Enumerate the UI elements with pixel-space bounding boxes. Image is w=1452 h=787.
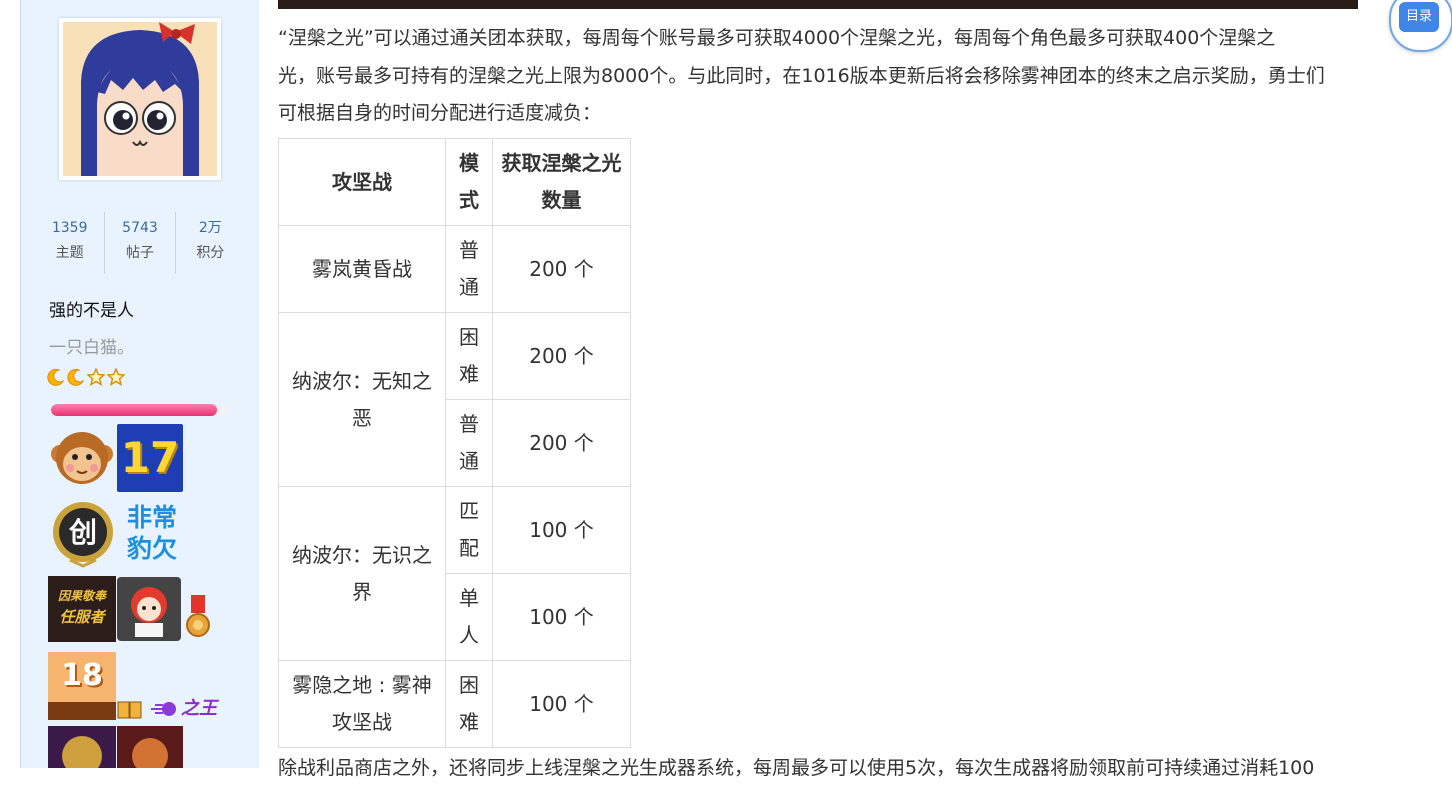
avatar-image xyxy=(63,22,217,176)
cake-18-text: 18 xyxy=(61,658,103,693)
paragraph-line-3: 可根据自身的时间分配进行适度减负： xyxy=(278,102,602,124)
cell-mode: 单人 xyxy=(445,573,493,661)
paragraph-line-2: 光，账号最多可持有的涅槃之光上限为8000个。与此同时，在1016版本更新后将会… xyxy=(278,64,1325,87)
cake-18-medal[interactable]: 18 xyxy=(48,652,116,720)
article-image-bottom-edge xyxy=(278,0,1358,9)
naixin-medal[interactable]: 因果敬奉 任服者 xyxy=(48,576,116,642)
feichang-medal[interactable]: 非常 豹欠 xyxy=(121,502,183,568)
monkey-medal-icon[interactable] xyxy=(48,424,116,492)
user-sidebar: 1359 主题 5743 帖子 2万 积分 强的不是人 一只白猫。 17 创 非… xyxy=(20,0,259,768)
glow-medal-icon-1[interactable] xyxy=(48,726,116,768)
stat-topics-label: 主题 xyxy=(55,245,84,261)
header-mode: 模式 xyxy=(445,138,493,226)
cell-mode: 困难 xyxy=(445,312,493,400)
cell-count: 100 个 xyxy=(492,486,631,574)
article-paragraph: “涅槃之光”可以通过通关团本获取，每周每个账号最多可获取4000个涅槃之光，每周… xyxy=(278,20,1452,133)
cell-raid: 纳波尔：无识之界 xyxy=(278,486,446,661)
rank-level-icons xyxy=(47,368,125,386)
cell-count: 100 个 xyxy=(492,660,631,748)
book-medal-icon[interactable] xyxy=(117,700,143,720)
custom-title: 一只白猫。 xyxy=(49,338,134,358)
zhiwang-text: 之王 xyxy=(181,698,217,719)
zhiwang-medal[interactable]: 之王 xyxy=(149,698,225,720)
stat-points[interactable]: 2万 积分 xyxy=(174,212,245,274)
header-raid: 攻坚战 xyxy=(278,138,446,226)
paragraph-line-1: “涅槃之光”可以通过通关团本获取，每周每个账号最多可获取4000个涅槃之光，每周… xyxy=(278,27,1276,49)
cell-count: 200 个 xyxy=(492,312,631,400)
table-row: 雾岚黄昏战 普通 200 个 xyxy=(278,225,631,313)
table-header-row: 攻坚战 模式 获取涅槃之光数量 xyxy=(278,138,631,226)
stat-posts-value: 5743 xyxy=(122,220,158,236)
stat-posts[interactable]: 5743 帖子 xyxy=(104,212,174,274)
cell-raid: 纳波尔：无知之恶 xyxy=(278,312,446,487)
ribbon-medal-icon[interactable] xyxy=(183,595,213,643)
feichang-medal-line1: 非常 xyxy=(126,503,177,532)
star-icon xyxy=(107,368,125,386)
table-row: 纳波尔：无识之界 匹配 100 个 xyxy=(278,486,631,661)
moon-icon xyxy=(67,368,85,386)
stat-topics[interactable]: 1359 主题 xyxy=(35,212,104,274)
rocket-icon xyxy=(151,702,176,716)
moon-icon xyxy=(47,368,65,386)
stat-topics-value: 1359 xyxy=(51,220,88,236)
badge-17-text: 17 xyxy=(120,433,180,482)
naixin-medal-line2: 任服者 xyxy=(59,608,105,626)
cell-mode: 困难 xyxy=(445,660,493,748)
article-next-paragraph: 除战利品商店之外，还将同步上线涅槃之光生成器系统，每周最多可以使用5次，每次生成… xyxy=(278,757,1315,779)
level-progress-fill xyxy=(51,404,217,416)
star-icon xyxy=(87,368,105,386)
username[interactable]: 强的不是人 xyxy=(49,296,134,321)
glow-medal-icon-2[interactable] xyxy=(117,726,183,768)
table-row: 雾隐之地 : 雾神攻坚战 困难 100 个 xyxy=(278,660,631,748)
level-progress-bar xyxy=(51,404,229,416)
badge-17[interactable]: 17 xyxy=(117,424,183,492)
stat-points-value: 2万 xyxy=(198,220,222,236)
cell-mode: 匹配 xyxy=(445,486,493,574)
character-medal-icon[interactable] xyxy=(117,577,181,641)
cell-raid: 雾隐之地 : 雾神攻坚战 xyxy=(278,660,446,748)
stat-points-label: 积分 xyxy=(196,245,225,261)
cell-count: 200 个 xyxy=(492,225,631,313)
cell-mode: 普通 xyxy=(445,399,493,487)
user-stats: 1359 主题 5743 帖子 2万 积分 xyxy=(35,212,245,274)
naixin-medal-line1: 因果敬奉 xyxy=(57,589,106,603)
table-row: 纳波尔：无知之恶 困难 200 个 xyxy=(278,312,631,487)
cell-mode: 普通 xyxy=(445,225,493,313)
cell-count: 200 个 xyxy=(492,399,631,487)
chuang-medal-text: 创 xyxy=(68,516,97,549)
cake-base xyxy=(48,702,116,720)
cell-count: 100 个 xyxy=(492,573,631,661)
header-count: 获取涅槃之光数量 xyxy=(492,138,631,226)
avatar[interactable] xyxy=(59,18,221,180)
cell-raid: 雾岚黄昏战 xyxy=(278,225,446,313)
stat-posts-label: 帖子 xyxy=(125,245,154,261)
chuang-medal-icon[interactable]: 创 xyxy=(50,500,116,568)
feichang-medal-line2: 豹欠 xyxy=(126,534,177,563)
nirvana-light-reward-table: 攻坚战 模式 获取涅槃之光数量 雾岚黄昏战 普通 200 个 纳波尔：无知之恶 … xyxy=(278,138,631,748)
